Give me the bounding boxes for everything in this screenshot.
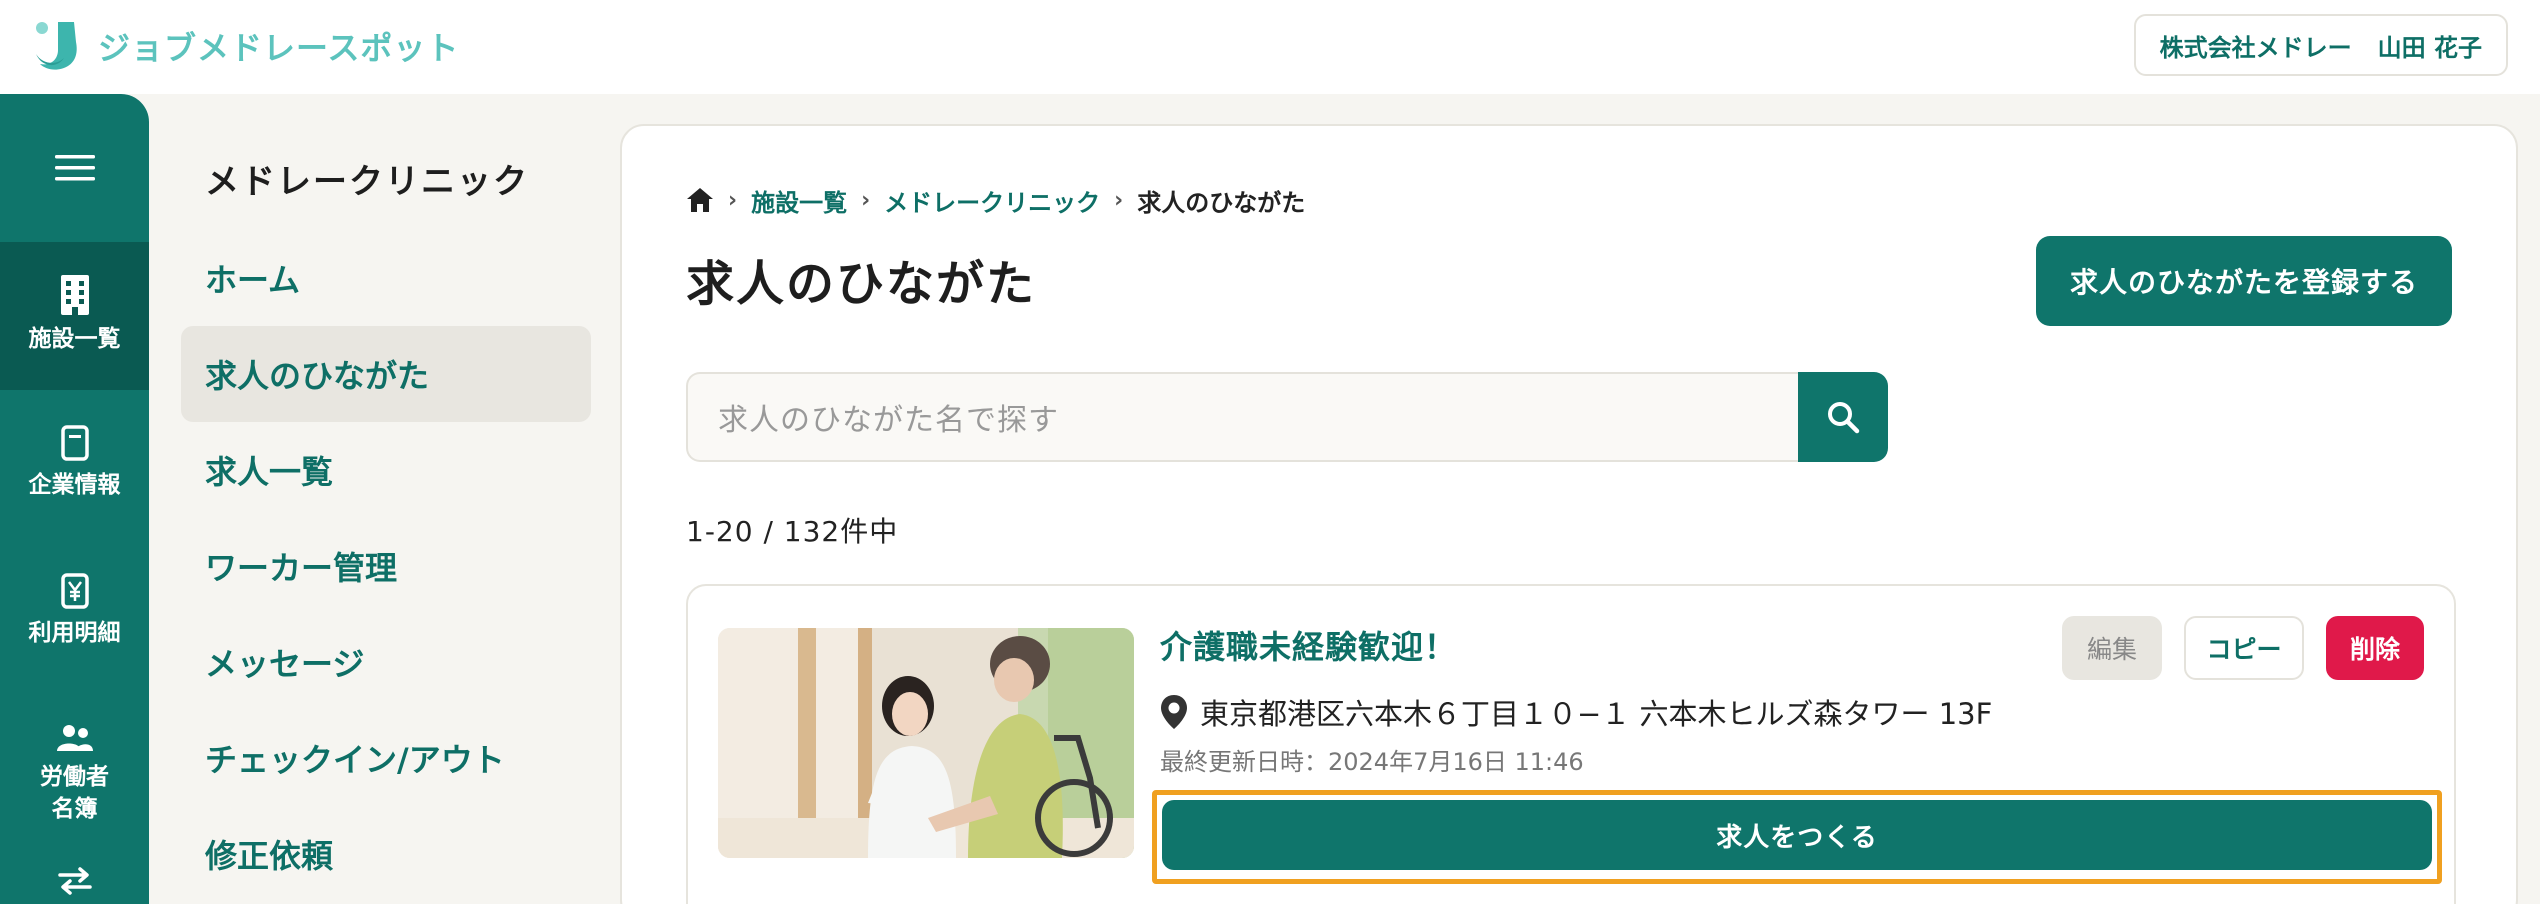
template-address: 東京都港区六本木６丁目１０−１ 六本木ヒルズ森タワー 13F	[1160, 692, 1992, 732]
home-icon[interactable]	[686, 187, 714, 213]
location-pin-icon	[1161, 695, 1187, 729]
rail-label: 企業情報	[28, 472, 121, 499]
template-search: 求人のひながた名で探す	[686, 372, 1888, 462]
subnav-item-checkin-checkout[interactable]: チェックイン/アウト	[181, 710, 591, 806]
yen-receipt-icon	[60, 573, 89, 610]
hamburger-icon	[54, 155, 95, 181]
building-icon	[60, 275, 89, 316]
main-panel: › 施設一覧 › メドレークリニック › 求人のひながた 求人のひながた 求人の…	[620, 124, 2518, 904]
swap-arrows-icon	[57, 867, 92, 895]
facility-subnav: メドレークリニック ホーム 求人のひながた 求人一覧 ワーカー管理 メッセージ …	[149, 94, 619, 904]
breadcrumb-facilities[interactable]: 施設一覧	[751, 183, 847, 218]
subnav-item-job-templates[interactable]: 求人のひながた	[181, 326, 591, 422]
template-thumbnail	[718, 628, 1134, 858]
logo-mark-icon	[36, 22, 77, 70]
rail-item-worker-roster[interactable]: 労働者 名簿	[0, 686, 149, 862]
breadcrumb-current: 求人のひながた	[1137, 188, 1306, 217]
chevron-right-icon: ›	[861, 187, 871, 213]
copy-button[interactable]: コピー	[2184, 616, 2304, 680]
top-header: ジョブメドレースポット 株式会社メドレー 山田 花子	[0, 0, 2540, 94]
template-card: 介護職未経験歓迎！ 東京都港区六本木６丁目１０−１ 六本木ヒルズ森タワー 13F…	[686, 584, 2456, 904]
company-name: 株式会社メドレー	[2159, 33, 2352, 62]
subnav-item-messages[interactable]: メッセージ	[181, 614, 591, 710]
address-text: 東京都港区六本木６丁目１０−１ 六本木ヒルズ森タワー 13F	[1200, 697, 1993, 731]
page-title: 求人のひながた	[686, 256, 1037, 312]
search-button[interactable]	[1798, 372, 1888, 462]
subnav-list: ホーム 求人のひながた 求人一覧 ワーカー管理 メッセージ チェックイン/アウト…	[181, 261, 591, 902]
rail-item-switch[interactable]	[0, 862, 149, 904]
subnav-item-job-list[interactable]: 求人一覧	[181, 422, 591, 518]
logo-text: ジョブメドレースポット	[98, 29, 460, 67]
rail-label: 労働者	[40, 763, 109, 790]
facility-name: メドレークリニック	[205, 162, 529, 202]
subnav-item-worker-management[interactable]: ワーカー管理	[181, 518, 591, 614]
rail-label: 名簿	[51, 796, 98, 822]
chevron-right-icon: ›	[728, 187, 738, 213]
subnav-item-home[interactable]: ホーム	[181, 230, 591, 326]
account-menu[interactable]: 株式会社メドレー 山田 花子	[2133, 14, 2508, 76]
breadcrumb-facility[interactable]: メドレークリニック	[884, 183, 1100, 218]
last-updated: 最終更新日時：2024年7月16日 11:46	[1160, 748, 1584, 776]
template-title[interactable]: 介護職未経験歓迎！	[1160, 622, 1457, 668]
search-input[interactable]: 求人のひながた名で探す	[686, 372, 1798, 462]
menu-button[interactable]	[0, 94, 149, 242]
document-icon	[60, 425, 89, 462]
chevron-right-icon: ›	[1114, 187, 1124, 213]
rail-label: 利用明細	[28, 620, 121, 647]
rail-item-billing[interactable]: 利用明細	[0, 538, 149, 686]
template-actions: 編集 コピー 削除	[2062, 616, 2424, 680]
subnav-item-correction-requests[interactable]: 修正依頼	[181, 806, 591, 902]
create-job-button[interactable]: 求人をつくる	[1162, 800, 2432, 870]
rail-item-company[interactable]: 企業情報	[0, 390, 149, 538]
rail-label: 施設一覧	[28, 326, 121, 353]
result-count: 1-20 / 132件中	[686, 515, 899, 548]
user-name: 山田 花子	[2377, 33, 2482, 62]
register-template-button[interactable]: 求人のひながたを登録する	[2036, 236, 2452, 326]
breadcrumb: › 施設一覧 › メドレークリニック › 求人のひながた	[686, 178, 1305, 222]
rail-item-facilities[interactable]: 施設一覧	[0, 242, 149, 390]
people-icon	[56, 724, 93, 751]
global-rail: 施設一覧 企業情報 利用明細 労働者 名簿	[0, 94, 149, 904]
brand-logo[interactable]: ジョブメドレースポット	[28, 18, 459, 74]
edit-button[interactable]: 編集	[2062, 616, 2162, 680]
care-photo-image	[718, 628, 1134, 858]
search-icon	[1828, 402, 1860, 434]
delete-button[interactable]: 削除	[2326, 616, 2424, 680]
